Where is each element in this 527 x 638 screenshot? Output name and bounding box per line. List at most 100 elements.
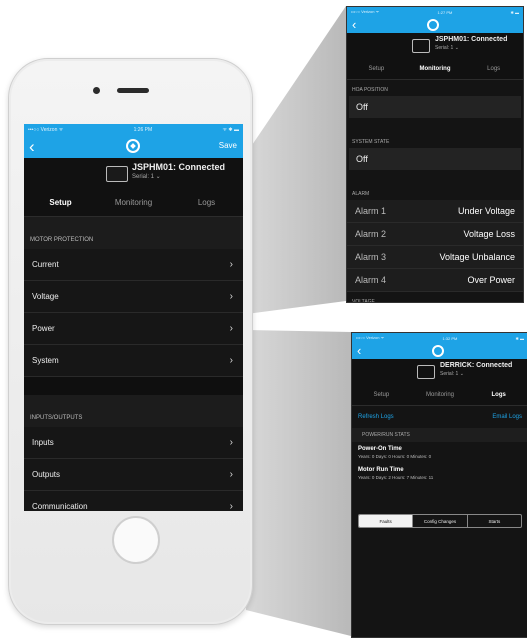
zoom-wedge-bottom: [246, 330, 351, 636]
tab-logs[interactable]: Logs: [469, 385, 527, 405]
home-button[interactable]: [112, 516, 160, 564]
tab-monitoring[interactable]: Monitoring: [406, 59, 465, 79]
menu-item-outputs[interactable]: Outputs ›: [24, 459, 243, 491]
device-name: DERRICK: Connected: [440, 362, 513, 369]
back-chevron-icon[interactable]: ‹: [29, 138, 35, 155]
menu-item-inputs[interactable]: Inputs ›: [24, 427, 243, 459]
alarm-name: Alarm 4: [355, 275, 387, 285]
segment-starts[interactable]: Starts: [466, 515, 521, 527]
device-icon: [417, 365, 435, 379]
zoom-wedge-top: [246, 6, 346, 314]
alarm-value: Over Power: [467, 275, 515, 285]
alarm-name: Alarm 2: [355, 229, 387, 239]
section-header-motor-protection: MOTOR PROTECTION: [24, 217, 243, 249]
menu-item-voltage[interactable]: Voltage ›: [24, 281, 243, 313]
alarm-row: Alarm 1 Under Voltage: [347, 200, 523, 223]
voltage-label: VOLTAGE: [347, 292, 523, 302]
menu-item-system[interactable]: System ›: [24, 345, 243, 377]
hoa-position-label: HOA POSITION: [347, 80, 523, 96]
status-bar: •••○○ Verizon ᯤ 1:26 PM ᯤ ✱ ▬: [24, 124, 243, 136]
carrier-label: •••○○ Verizon ᯤ: [351, 9, 380, 14]
menu-item-label: Voltage: [32, 292, 59, 301]
chevron-right-icon: ›: [229, 291, 233, 302]
section-header-inputs-outputs: INPUTS/OUTPUTS: [24, 395, 243, 427]
segment-faults[interactable]: Faults: [359, 515, 413, 527]
log-type-segmented-control: Faults Config Changes Starts: [358, 514, 522, 528]
system-state-label: SYSTEM STATE: [347, 132, 523, 148]
zoom-panel-logs: •••○○ Verizon ᯤ 1:32 PM ✱ ▬ ‹ DERRICK: C…: [351, 332, 527, 638]
time-label: 1:26 PM: [133, 127, 153, 133]
alarm-value: Under Voltage: [457, 206, 515, 216]
menu-item-label: Inputs: [32, 438, 54, 447]
device-selector[interactable]: JSPHM01: Connected Serial: 1 ⌄: [347, 33, 523, 59]
tab-bar: Setup Monitoring Logs: [347, 59, 523, 80]
menu-item-power[interactable]: Power ›: [24, 313, 243, 345]
device-serial[interactable]: Serial: 1 ⌄: [440, 371, 464, 377]
device-serial[interactable]: Serial: 1 ⌄: [435, 45, 459, 51]
alarm-label: ALARM: [347, 184, 523, 200]
carrier-label: •••○○ Verizon ᯤ: [356, 335, 385, 340]
chevron-right-icon: ›: [229, 469, 233, 480]
back-chevron-icon[interactable]: ‹: [357, 343, 361, 358]
alarm-name: Alarm 3: [355, 252, 387, 262]
menu-item-communication[interactable]: Communication ›: [24, 491, 243, 511]
email-logs-link[interactable]: Email Logs: [492, 414, 522, 420]
menu-item-label: System: [32, 356, 59, 365]
alarm-row: Alarm 3 Voltage Unbalance: [347, 246, 523, 269]
device-name: JSPHM01: Connected: [435, 36, 508, 43]
segment-config-changes[interactable]: Config Changes: [412, 515, 466, 527]
hoa-position-value: Off: [349, 96, 521, 118]
tab-setup[interactable]: Setup: [352, 385, 411, 405]
refresh-logs-link[interactable]: Refresh Logs: [358, 414, 394, 420]
log-actions: Refresh Logs Email Logs: [352, 406, 527, 428]
device-icon: [412, 39, 430, 53]
menu-item-current[interactable]: Current ›: [24, 249, 243, 281]
power-on-stat: Power-On Time Years: 0 Days: 0 Hours: 0 …: [352, 442, 527, 463]
battery-icon: ✱ ▬: [510, 9, 519, 15]
device-name: JSPHM01: Connected: [132, 162, 226, 172]
status-bar: •••○○ Verizon ᯤ 1:27 PM ✱ ▬: [347, 7, 523, 17]
tab-monitoring[interactable]: Monitoring: [411, 385, 470, 405]
device-icon: [106, 166, 128, 182]
alarm-row: Alarm 2 Voltage Loss: [347, 223, 523, 246]
brand-logo-icon: [432, 345, 444, 357]
device-selector[interactable]: JSPHM01: Connected Serial: 1 ⌄: [24, 158, 243, 188]
nav-bar: ‹ Save: [24, 136, 243, 158]
brand-logo-icon: [126, 139, 140, 153]
device-serial[interactable]: Serial: 1 ⌄: [132, 173, 161, 180]
chevron-right-icon: ›: [229, 437, 233, 448]
stat-title: Power-On Time: [358, 446, 402, 452]
zoom-panel-monitoring: •••○○ Verizon ᯤ 1:27 PM ✱ ▬ ‹ JSPHM01: C…: [346, 6, 524, 303]
tab-setup[interactable]: Setup: [24, 188, 97, 216]
nav-bar: ‹: [347, 17, 523, 33]
device-selector[interactable]: DERRICK: Connected Serial: 1 ⌄: [352, 359, 527, 385]
back-chevron-icon[interactable]: ‹: [352, 17, 356, 32]
chevron-right-icon: ›: [229, 355, 233, 366]
status-bar: •••○○ Verizon ᯤ 1:32 PM ✱ ▬: [352, 333, 527, 343]
alarm-row: Alarm 4 Over Power: [347, 269, 523, 292]
speaker-grille: [117, 88, 149, 93]
stat-value: Years: 0 Days: 2 Hours: 7 Minutes: 11: [358, 475, 434, 480]
brand-logo-icon: [427, 19, 439, 31]
stat-value: Years: 0 Days: 0 Hours: 0 Minutes: 0: [358, 454, 432, 459]
nav-bar: ‹: [352, 343, 527, 359]
time-label: 1:32 PM: [442, 335, 458, 341]
menu-item-label: Current: [32, 260, 59, 269]
battery-icon: ✱ ▬: [515, 335, 524, 341]
camera-icon: [93, 87, 100, 94]
alarm-value: Voltage Unbalance: [439, 252, 515, 262]
tab-logs[interactable]: Logs: [464, 59, 523, 79]
chevron-right-icon: ›: [229, 259, 233, 270]
system-state-value: Off: [349, 148, 521, 170]
main-screen: •••○○ Verizon ᯤ 1:26 PM ᯤ ✱ ▬ ‹ Save JSP…: [24, 124, 243, 511]
stats-section-header: POWER/RUN STATS: [352, 428, 527, 442]
stat-title: Motor Run Time: [358, 467, 404, 473]
tab-logs[interactable]: Logs: [170, 188, 243, 216]
tab-bar: Setup Monitoring Logs: [352, 385, 527, 406]
menu-item-label: Outputs: [32, 470, 61, 479]
tab-setup[interactable]: Setup: [347, 59, 406, 79]
save-button[interactable]: Save: [219, 141, 237, 150]
menu-item-label: Communication: [32, 502, 88, 511]
time-label: 1:27 PM: [437, 9, 453, 15]
tab-monitoring[interactable]: Monitoring: [97, 188, 170, 216]
